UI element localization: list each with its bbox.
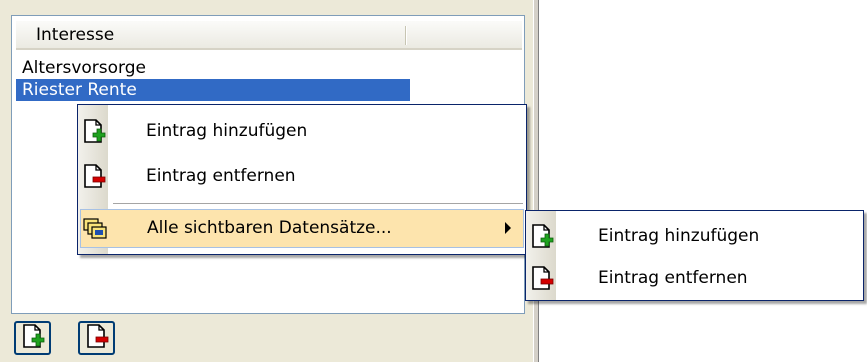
list-item[interactable]: Altersvorsorge <box>16 57 402 79</box>
column-header[interactable]: Interesse <box>16 21 522 50</box>
remove-entry-button[interactable] <box>78 321 115 355</box>
menu-separator <box>113 203 523 204</box>
menu-item-label: Alle sichtbaren Datensätze... <box>147 218 392 238</box>
add-entry-button[interactable] <box>14 321 51 355</box>
column-separator[interactable] <box>405 26 407 45</box>
menu-item-label: Eintrag entfernen <box>146 166 296 186</box>
document-add-icon <box>82 118 106 144</box>
submenu-arrow-icon <box>505 222 511 234</box>
document-remove-icon <box>85 323 109 354</box>
column-header-label: Interesse <box>36 25 115 45</box>
context-menu: Eintrag hinzufügen Eintrag entfernen All… <box>77 104 527 255</box>
submenu-item-remove-entry[interactable]: Eintrag entfernen <box>526 256 863 300</box>
list-item-selected[interactable]: Riester Rente <box>16 79 410 101</box>
submenu-item-add-entry[interactable]: Eintrag hinzufügen <box>526 214 863 258</box>
menu-item-label: Eintrag hinzufügen <box>146 121 308 141</box>
document-remove-icon <box>530 265 554 291</box>
panel-splitter[interactable] <box>533 0 539 362</box>
document-remove-icon <box>82 163 106 189</box>
menu-item-all-visible-records[interactable]: Alle sichtbaren Datensätze... <box>80 209 524 248</box>
document-add-icon <box>21 323 45 354</box>
menu-item-label: Eintrag entfernen <box>598 268 748 288</box>
submenu: Eintrag hinzufügen Eintrag entfernen <box>525 210 864 301</box>
menu-item-label: Eintrag hinzufügen <box>598 226 760 246</box>
menu-item-remove-entry[interactable]: Eintrag entfernen <box>78 154 526 198</box>
document-add-icon <box>530 223 554 249</box>
multiple-records-icon <box>83 216 107 242</box>
menu-item-add-entry[interactable]: Eintrag hinzufügen <box>78 109 526 153</box>
